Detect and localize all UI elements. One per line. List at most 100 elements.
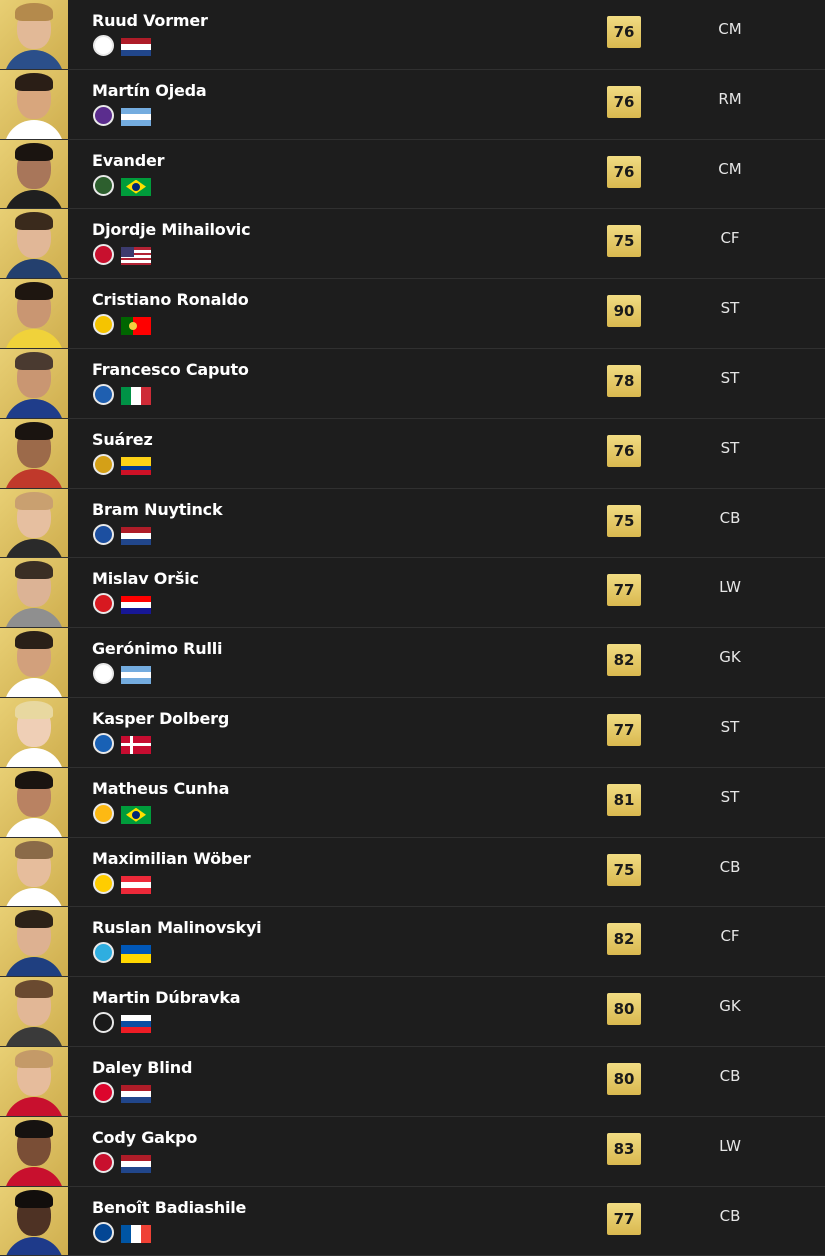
player-name[interactable]: Evander xyxy=(92,151,165,170)
player-photo xyxy=(0,628,68,697)
player-name[interactable]: Djordje Mihailovic xyxy=(92,220,251,239)
rating-badge: 77 xyxy=(607,574,641,607)
croatia-flag xyxy=(121,596,151,615)
player-name[interactable]: Daley Blind xyxy=(92,1058,192,1077)
rating-badge: 76 xyxy=(607,85,641,118)
usa-flag xyxy=(121,247,151,266)
player-row[interactable]: Mislav Oršic 77 LW xyxy=(0,558,825,629)
club-crest-icon xyxy=(93,1151,114,1173)
austria-flag xyxy=(121,875,151,894)
club-crest-icon xyxy=(93,35,114,56)
club-crest-icon xyxy=(93,383,114,405)
player-photo xyxy=(0,209,68,279)
player-row[interactable]: Gerónimo Rulli 82 GK xyxy=(0,628,825,698)
player-photo xyxy=(0,0,68,69)
player-name[interactable]: Gerónimo Rulli xyxy=(92,639,223,658)
rating-badge: 76 xyxy=(607,434,641,467)
player-photo xyxy=(0,348,68,418)
rating-badge: 76 xyxy=(607,16,641,48)
portugal-flag xyxy=(121,317,151,336)
player-name[interactable]: Benoît Badiashile xyxy=(92,1198,246,1217)
player-row[interactable]: Cristiano Ronaldo 90 ST xyxy=(0,279,825,349)
position-label: ST xyxy=(720,787,740,806)
player-name[interactable]: Bram Nuytinck xyxy=(92,500,223,519)
player-row[interactable]: Benoît Badiashile 77 CB xyxy=(0,1186,825,1256)
player-name[interactable]: Suárez xyxy=(92,430,153,449)
player-name[interactable]: Martin Dúbravka xyxy=(92,988,241,1007)
position-label: RM xyxy=(718,89,742,108)
rating-badge: 83 xyxy=(607,1132,641,1165)
player-name[interactable]: Cristiano Ronaldo xyxy=(92,290,249,309)
player-name[interactable]: Maximilian Wöber xyxy=(92,849,251,868)
colombia-flag xyxy=(121,456,151,475)
position-label: LW xyxy=(719,578,741,597)
position-label: GK xyxy=(719,648,741,667)
player-row[interactable]: Suárez 76 ST xyxy=(0,418,825,489)
position-label: CB xyxy=(719,1066,741,1085)
france-flag xyxy=(121,1224,151,1243)
netherlands-flag xyxy=(121,38,151,56)
player-photo xyxy=(0,418,68,488)
position-label: ST xyxy=(720,438,740,457)
club-crest-icon xyxy=(93,732,114,754)
brazil-flag xyxy=(121,177,151,196)
position-label: ST xyxy=(720,299,740,318)
club-crest-icon xyxy=(93,453,114,475)
club-crest-icon xyxy=(93,942,114,964)
player-photo xyxy=(0,558,68,628)
player-photo xyxy=(0,1116,68,1186)
position-label: ST xyxy=(720,368,740,387)
position-label: CF xyxy=(720,927,740,946)
player-row[interactable]: Daley Blind 80 CB xyxy=(0,1046,825,1117)
rating-badge: 75 xyxy=(607,225,641,258)
player-row[interactable]: Evander 76 CM xyxy=(0,139,825,210)
position-label: CF xyxy=(720,229,740,248)
position-label: CB xyxy=(719,1206,741,1225)
club-crest-icon xyxy=(93,523,114,545)
player-row[interactable]: Martín Ojeda 76 RM xyxy=(0,69,825,140)
player-row[interactable]: Bram Nuytinck 75 CB xyxy=(0,488,825,559)
position-label: GK xyxy=(719,997,741,1016)
rating-badge: 75 xyxy=(607,504,641,537)
position-label: CM xyxy=(718,159,742,178)
player-row[interactable]: Djordje Mihailovic 75 CF xyxy=(0,209,825,280)
argentina-flag xyxy=(121,666,151,685)
rating-badge: 82 xyxy=(607,923,641,956)
player-row[interactable]: Kasper Dolberg 77 ST xyxy=(0,697,825,768)
slovakia-flag xyxy=(121,1015,151,1034)
player-name[interactable]: Mislav Oršic xyxy=(92,569,199,588)
player-name[interactable]: Cody Gakpo xyxy=(92,1128,197,1147)
player-row[interactable]: Ruslan Malinovskyi 82 CF xyxy=(0,907,825,978)
player-row[interactable]: Maximilian Wöber 75 CB xyxy=(0,837,825,908)
player-row[interactable]: Martin Dúbravka 80 GK xyxy=(0,977,825,1047)
club-crest-icon xyxy=(93,244,114,266)
player-row[interactable]: Francesco Caputo 78 ST xyxy=(0,348,825,419)
club-crest-icon xyxy=(93,1221,114,1243)
rating-badge: 76 xyxy=(607,155,641,188)
club-crest-icon xyxy=(93,1081,114,1103)
rating-badge: 81 xyxy=(607,783,641,816)
player-photo xyxy=(0,1046,68,1116)
position-label: CB xyxy=(719,857,741,876)
player-row[interactable]: Matheus Cunha 81 ST xyxy=(0,767,825,838)
brazil-flag xyxy=(121,805,151,824)
argentina-flag xyxy=(121,107,151,126)
player-name[interactable]: Ruud Vormer xyxy=(92,11,208,30)
player-photo xyxy=(0,767,68,837)
player-photo xyxy=(0,139,68,209)
ukraine-flag xyxy=(121,945,151,964)
player-row[interactable]: Cody Gakpo 83 LW xyxy=(0,1116,825,1187)
position-label: LW xyxy=(719,1136,741,1155)
player-name[interactable]: Kasper Dolberg xyxy=(92,709,229,728)
player-name[interactable]: Martín Ojeda xyxy=(92,81,207,100)
player-name[interactable]: Ruslan Malinovskyi xyxy=(92,918,262,937)
player-name[interactable]: Francesco Caputo xyxy=(92,360,249,379)
rating-badge: 78 xyxy=(607,364,641,397)
player-name[interactable]: Matheus Cunha xyxy=(92,779,229,798)
club-crest-icon xyxy=(93,314,114,336)
player-row[interactable]: Ruud Vormer 76 CM xyxy=(0,0,825,70)
rating-badge: 80 xyxy=(607,993,641,1026)
rating-badge: 82 xyxy=(607,644,641,677)
club-crest-icon xyxy=(93,174,114,196)
club-crest-icon xyxy=(93,872,114,894)
